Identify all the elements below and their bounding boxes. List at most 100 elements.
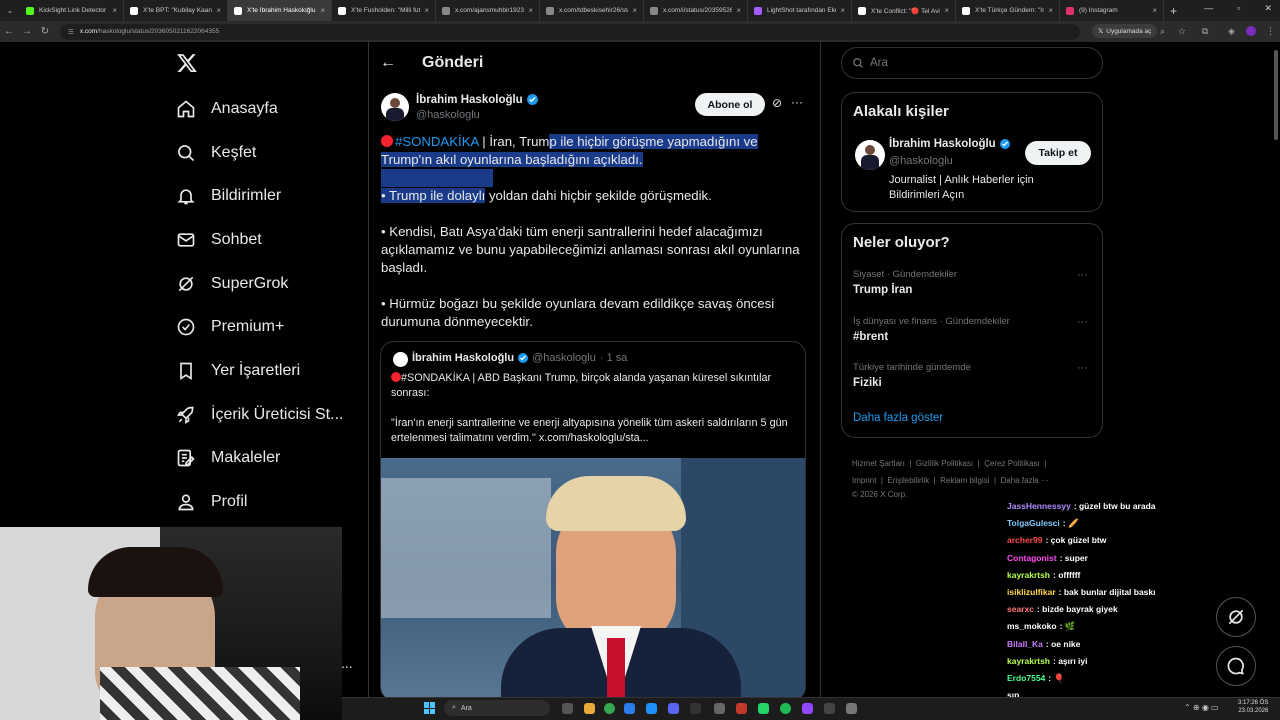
- footer-link[interactable]: Hizmet Şartları: [852, 459, 905, 468]
- browser-tab[interactable]: x.com/tdbeskisehir26/sta ×: [540, 0, 644, 21]
- footer-link[interactable]: Daha fazla ···: [1001, 476, 1049, 485]
- sidebar-item-home[interactable]: Anasayfa: [176, 94, 278, 124]
- sidebar-item-profile[interactable]: Profil: [176, 487, 247, 517]
- more-icon[interactable]: ···: [1077, 316, 1088, 328]
- follow-button[interactable]: Takip et: [1025, 141, 1091, 165]
- close-tab-icon[interactable]: ×: [112, 6, 117, 15]
- zoom-icon[interactable]: ⌕: [1160, 26, 1165, 37]
- messages-fab[interactable]: [1216, 646, 1256, 686]
- app-icon[interactable]: [736, 703, 747, 714]
- chat-username[interactable]: kayrakrtsh: [1007, 656, 1050, 666]
- chat-username[interactable]: Contagonist: [1007, 553, 1057, 563]
- browser-tab[interactable]: LightShot tarafından Ekra ×: [748, 0, 852, 21]
- chat-username[interactable]: kayrakrtsh: [1007, 570, 1050, 580]
- profile-avatar[interactable]: [1246, 26, 1256, 36]
- edge-icon[interactable]: [646, 703, 657, 714]
- extensions-icon[interactable]: ⧉: [1202, 26, 1208, 37]
- browser-tab[interactable]: KickSight Link Detector ×: [20, 0, 124, 21]
- trend-item[interactable]: Siyaset · Gündemdekiler Trump İran ···: [842, 264, 1102, 304]
- url-bar[interactable]: ☰ x.com/haskologlu/status/20360502116220…: [60, 23, 1080, 40]
- chat-username[interactable]: archer99: [1007, 535, 1042, 545]
- sidebar-item-premium[interactable]: Premium+: [176, 312, 284, 342]
- file-explorer-icon[interactable]: [584, 703, 595, 714]
- site-info-icon[interactable]: ☰: [68, 28, 74, 36]
- more-icon[interactable]: ···: [1077, 362, 1088, 374]
- sidebar-item-messages[interactable]: Sohbet: [176, 225, 262, 255]
- taskbar-search[interactable]: ⌕ Ara: [444, 700, 550, 716]
- tray-icons[interactable]: ⌃ ⊕ ◉ ▭: [1184, 703, 1219, 712]
- more-icon[interactable]: ···: [1077, 269, 1088, 281]
- extension-icon[interactable]: ◈: [1228, 26, 1235, 37]
- minimize-icon[interactable]: —: [1204, 3, 1213, 14]
- browser-tab[interactable]: x.com/ajansmuhbir1923/×: [436, 0, 540, 21]
- avatar[interactable]: [381, 93, 409, 121]
- footer-link[interactable]: Imprint: [852, 476, 876, 485]
- trend-item[interactable]: İş dünyası ve finans · Gündemdekiler #br…: [842, 311, 1102, 351]
- steam-icon[interactable]: [690, 703, 701, 714]
- close-tab-icon[interactable]: ×: [944, 6, 949, 15]
- back-icon[interactable]: ←: [0, 26, 18, 37]
- browser-tab[interactable]: (9) Instagram ×: [1060, 0, 1164, 21]
- tab-search-icon[interactable]: ⌄: [0, 6, 20, 15]
- close-window-icon[interactable]: ✕: [1264, 3, 1272, 14]
- grok-icon[interactable]: ⊘: [772, 96, 782, 110]
- subscribe-button[interactable]: Abone ol: [695, 93, 765, 116]
- browser-tab[interactable]: X'te Türkçe Gündem: "İsr ×: [956, 0, 1060, 21]
- chat-username[interactable]: ms_mokoko: [1007, 621, 1057, 631]
- browser-tab[interactable]: X'te BPT: "Kubilay Kaan K ×: [124, 0, 228, 21]
- hashtag-link[interactable]: #SONDAKİKA: [395, 134, 479, 149]
- back-arrow-icon[interactable]: ←: [380, 54, 396, 72]
- open-in-app-button[interactable]: 𝕏 Uygulamada aç: [1092, 24, 1158, 38]
- chat-username[interactable]: Bilall_Ka: [1007, 639, 1043, 649]
- close-tab-icon[interactable]: ×: [216, 6, 221, 15]
- close-tab-icon[interactable]: ×: [736, 6, 741, 15]
- close-tab-icon[interactable]: ×: [528, 6, 533, 15]
- chat-username[interactable]: TolgaGulesci: [1007, 518, 1060, 528]
- sidebar-item-articles[interactable]: Makaleler: [176, 443, 280, 473]
- chat-username[interactable]: JassHennessyy: [1007, 501, 1071, 511]
- scrollbar-thumb[interactable]: [1274, 50, 1278, 140]
- task-view-icon[interactable]: [562, 703, 573, 714]
- chat-username[interactable]: isiklizulfikar: [1007, 587, 1056, 597]
- reload-icon[interactable]: ↻: [36, 26, 54, 37]
- app-icon[interactable]: [802, 703, 813, 714]
- close-tab-icon[interactable]: ×: [1048, 6, 1053, 15]
- quote-link[interactable]: x.com/haskologlu/sta...: [539, 432, 649, 444]
- chrome-icon[interactable]: [604, 703, 615, 714]
- x-logo-icon[interactable]: [176, 52, 198, 79]
- chat-username[interactable]: searxc: [1007, 604, 1034, 614]
- trend-item[interactable]: Türkiye tarihinde gündemde Fiziki ···: [842, 357, 1102, 397]
- author-handle[interactable]: @haskologlu: [416, 109, 480, 121]
- search-input[interactable]: Ara: [841, 47, 1103, 79]
- footer-link[interactable]: Çerez Politikası: [984, 459, 1040, 468]
- forward-icon[interactable]: →: [18, 26, 36, 37]
- discord-icon[interactable]: [668, 703, 679, 714]
- close-tab-icon[interactable]: ×: [320, 6, 325, 15]
- sidebar-item-bookmarks[interactable]: Yer İşaretleri: [176, 356, 300, 386]
- store-icon[interactable]: [624, 703, 635, 714]
- chat-username[interactable]: Erdo7554: [1007, 673, 1045, 683]
- footer-link[interactable]: Erişilebilirlik: [887, 476, 929, 485]
- related-avatar[interactable]: [855, 140, 885, 170]
- whatsapp-icon[interactable]: [758, 703, 769, 714]
- quote-tweet-card[interactable]: İbrahim Haskoloğlu @haskologlu · 1 sa #S…: [380, 341, 806, 701]
- taskbar-clock[interactable]: 3:17:26 ÖS 23.03.2026: [1238, 699, 1268, 715]
- footer-link[interactable]: Reklam bilgisi: [940, 476, 989, 485]
- browser-tab[interactable]: X'te Fusholden: "Milli futb ×: [332, 0, 436, 21]
- author-name[interactable]: İbrahim Haskoloğlu: [416, 93, 539, 106]
- close-tab-icon[interactable]: ×: [840, 6, 845, 15]
- obs-icon[interactable]: [824, 703, 835, 714]
- start-icon[interactable]: [424, 702, 436, 714]
- show-more-link[interactable]: Daha fazla göster: [853, 412, 943, 424]
- close-tab-icon[interactable]: ×: [1152, 6, 1157, 15]
- close-tab-icon[interactable]: ×: [424, 6, 429, 15]
- sidebar-item-notifications[interactable]: Bildirimler: [176, 181, 281, 211]
- sidebar-item-creator-studio[interactable]: İçerik Üreticisi St...: [176, 400, 343, 430]
- more-icon[interactable]: ···: [791, 95, 803, 109]
- footer-link[interactable]: Gizlilik Politikası: [916, 459, 973, 468]
- browser-tab[interactable]: X'te Conflict: "🔴 Tel Avi ×: [852, 0, 956, 21]
- related-handle[interactable]: @haskologlu: [889, 155, 953, 167]
- grok-fab[interactable]: [1216, 597, 1256, 637]
- browser-tab[interactable]: x.com/i/status/20359526 ×: [644, 0, 748, 21]
- close-tab-icon[interactable]: ×: [632, 6, 637, 15]
